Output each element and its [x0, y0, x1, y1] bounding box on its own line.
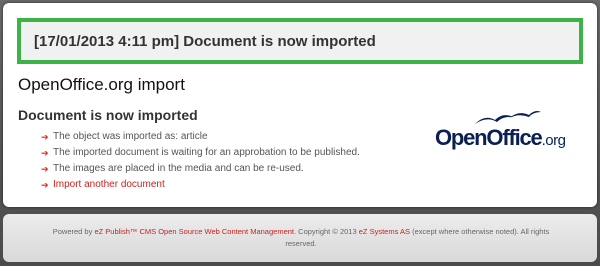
arrow-icon: ➔: [41, 180, 49, 190]
list-item: ➔ Import another document: [41, 177, 360, 193]
logo-wordmark: OpenOffice.org: [435, 125, 566, 151]
list-item: ➔ The images are placed in the media and…: [41, 161, 360, 177]
section-heading: Document is now imported: [18, 107, 198, 123]
content-panel: [17/01/2013 4:11 pm] Document is now imp…: [3, 3, 597, 207]
logo-suffix: .org: [541, 132, 566, 149]
arrow-icon: ➔: [41, 148, 49, 158]
footer-prefix: Powered by: [52, 227, 95, 236]
ez-publish-link[interactable]: eZ Publish™ CMS Open Source Web Content …: [94, 227, 294, 236]
list-item-text: The images are placed in the media and c…: [53, 163, 304, 174]
feedback-message: [17/01/2013 4:11 pm] Document is now imp…: [34, 33, 376, 50]
openoffice-logo: OpenOffice.org: [435, 108, 575, 156]
footer: Powered by eZ Publish™ CMS Open Source W…: [3, 214, 597, 262]
list-item: ➔ The imported document is waiting for a…: [41, 145, 360, 161]
list-item: ➔ The object was imported as: article: [41, 129, 360, 145]
arrow-icon: ➔: [41, 132, 49, 142]
logo-name: OpenOffice: [435, 125, 543, 150]
arrow-icon: ➔: [41, 164, 49, 174]
import-another-document-link[interactable]: Import another document: [53, 179, 165, 190]
footer-copyright: . Copyright © 2013: [294, 227, 359, 236]
ez-systems-link[interactable]: eZ Systems AS: [359, 227, 410, 236]
feedback-message-box: [17/01/2013 4:11 pm] Document is now imp…: [17, 18, 583, 64]
import-result-list: ➔ The object was imported as: article ➔ …: [41, 129, 360, 193]
list-item-text: The imported document is waiting for an …: [53, 147, 360, 158]
footer-text: Powered by eZ Publish™ CMS Open Source W…: [43, 226, 559, 250]
page-title: OpenOffice.org import: [18, 75, 185, 94]
list-item-text: The object was imported as: article: [53, 131, 208, 142]
